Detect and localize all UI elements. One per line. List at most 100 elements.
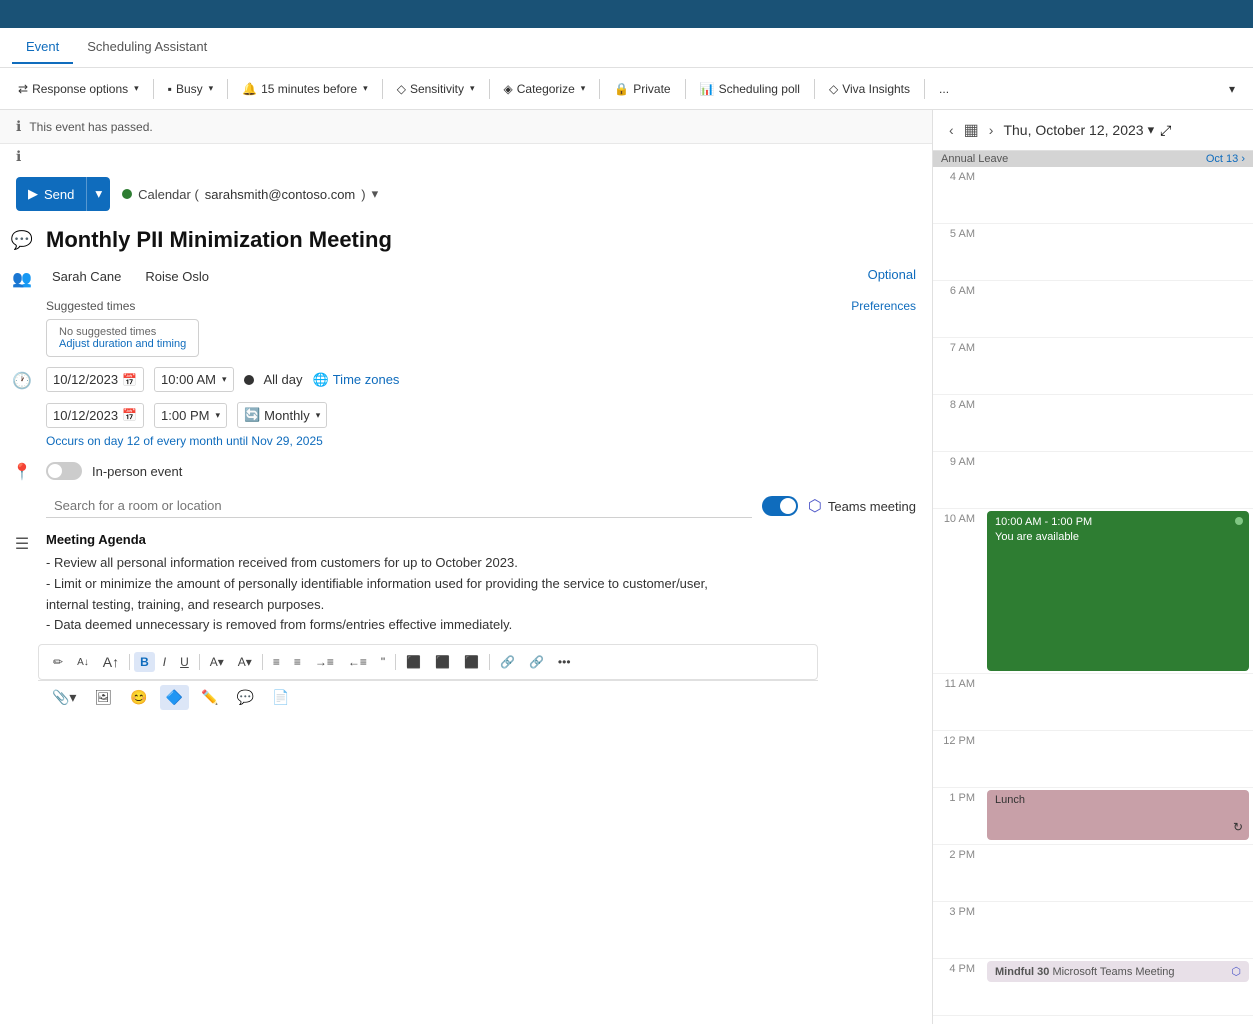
divider5 xyxy=(599,79,600,99)
format-bullets-btn[interactable]: ≡ xyxy=(267,652,286,672)
format-font-increase-btn[interactable]: A↑ xyxy=(97,651,125,673)
start-date-field[interactable]: 10/12/2023 📅 xyxy=(46,367,144,392)
time-row-7am: 7 AM xyxy=(933,338,1253,395)
in-person-toggle[interactable] xyxy=(46,462,82,480)
response-options-button[interactable]: ⇄ Response options ▾ xyxy=(10,78,147,100)
time-label-3pm: 3 PM xyxy=(933,902,983,922)
format-align-left-btn[interactable]: ⬛ xyxy=(400,652,427,672)
calendar-nav: ‹ ▦ › Thu, October 12, 2023 ▾ ⤢ xyxy=(933,110,1253,151)
lunch-event[interactable]: Lunch ↻ xyxy=(987,790,1249,840)
calendar-row: Calendar ( sarahsmith@contoso.com ) ▾ xyxy=(122,186,378,202)
optional-link[interactable]: Optional xyxy=(868,267,916,282)
slot-5am xyxy=(983,224,1253,280)
morning-event[interactable]: 10:00 AM - 1:00 PM You are available xyxy=(987,511,1249,671)
reminder-button[interactable]: 🔔 15 minutes before ▾ xyxy=(234,78,376,100)
expand-button[interactable]: ▾ xyxy=(1221,78,1243,100)
content-btn[interactable]: 📄 xyxy=(266,685,295,710)
format-clear-btn[interactable]: ✏ xyxy=(47,652,69,672)
time-label-7am: 7 AM xyxy=(933,338,983,358)
annual-leave-date-link[interactable]: Oct 13 › xyxy=(1206,153,1245,165)
cal-prev-btn[interactable]: ‹ xyxy=(945,118,958,142)
send-icon: ▶ xyxy=(28,186,38,202)
attach-file-btn[interactable]: 📎▾ xyxy=(46,685,82,710)
divider4 xyxy=(489,79,490,99)
teams-toggle[interactable] xyxy=(762,496,798,516)
format-highlight-btn[interactable]: A▾ xyxy=(204,652,230,672)
format-align-right-btn[interactable]: ⬛ xyxy=(458,652,485,672)
private-button[interactable]: 🔒 Private xyxy=(606,78,678,100)
time-label-4am: 4 AM xyxy=(933,167,983,187)
format-numbered-btn[interactable]: ≡ xyxy=(288,652,307,672)
forms-btn[interactable]: 🔷 xyxy=(160,685,189,710)
cal-date-dropdown[interactable]: Thu, October 12, 2023 ▾ xyxy=(1003,122,1154,138)
viva-insights-button[interactable]: ◇ Viva Insights xyxy=(821,78,918,100)
fmt-divider3 xyxy=(262,654,263,670)
all-day-dot xyxy=(244,375,254,385)
calendar-dropdown-icon[interactable]: ▾ xyxy=(372,186,379,202)
format-outdent-btn[interactable]: ←≡ xyxy=(342,652,373,672)
body-content: Meeting Agenda - Review all personal inf… xyxy=(46,532,916,636)
agenda-text[interactable]: - Review all personal information receiv… xyxy=(46,553,916,636)
busy-icon: ▪ xyxy=(168,82,172,96)
divider8 xyxy=(924,79,925,99)
format-align-center-btn[interactable]: ⬛ xyxy=(429,652,456,672)
slot-12pm xyxy=(983,731,1253,787)
time-row-2pm: 2 PM xyxy=(933,845,1253,902)
format-indent-btn[interactable]: →≡ xyxy=(309,652,340,672)
format-more-btn[interactable]: ••• xyxy=(552,652,577,672)
categorize-button[interactable]: ◈ Categorize ▾ xyxy=(496,78,594,100)
more-options-button[interactable]: ... xyxy=(931,78,957,100)
tab-scheduling-assistant[interactable]: Scheduling Assistant xyxy=(73,31,221,64)
slot-2pm xyxy=(983,845,1253,901)
insert-emoji-btn[interactable]: 😊 xyxy=(124,685,153,710)
mindful-event[interactable]: Mindful 30 Microsoft Teams Meeting ⬡ xyxy=(987,961,1249,982)
send-dropdown-icon[interactable]: ▾ xyxy=(87,177,110,211)
end-date-field[interactable]: 10/12/2023 📅 xyxy=(46,403,144,428)
busy-button[interactable]: ▪ Busy ▾ xyxy=(160,78,221,100)
format-underline-btn[interactable]: U xyxy=(174,652,195,672)
location-icon: 📍 xyxy=(8,460,36,482)
format-color-btn[interactable]: A▾ xyxy=(232,652,258,672)
location-search-input[interactable] xyxy=(46,494,752,518)
adjust-link[interactable]: Adjust duration and timing xyxy=(59,338,186,350)
timezone-link[interactable]: 🌐 Time zones xyxy=(313,372,400,388)
info-icon: ℹ xyxy=(16,118,21,135)
agenda-label: Meeting Agenda xyxy=(46,532,916,547)
format-quote-btn[interactable]: " xyxy=(375,652,391,672)
cal-date-label: Thu, October 12, 2023 xyxy=(1003,122,1143,138)
slot-6am xyxy=(983,281,1253,337)
info-icon2: ℹ xyxy=(16,148,21,165)
attendee-sarah[interactable]: Sarah Cane xyxy=(46,267,127,286)
cal-grid-icon: ▦ xyxy=(964,120,979,140)
cal-next-btn[interactable]: › xyxy=(985,118,998,142)
in-person-label: In-person event xyxy=(92,464,182,479)
send-button[interactable]: ▶ Send ▾ xyxy=(16,177,110,211)
end-time-field[interactable]: 1:00 PM ▾ xyxy=(154,403,227,428)
categorize-chevron-icon: ▾ xyxy=(581,83,586,94)
poll-icon: 📊 xyxy=(700,82,715,96)
insert-image-btn[interactable]: 🖼 xyxy=(88,685,118,710)
tab-event[interactable]: Event xyxy=(12,31,73,64)
sensitivity-button[interactable]: ◇ Sensitivity ▾ xyxy=(389,78,483,100)
time-row-1pm: 1 PM Lunch ↻ xyxy=(933,788,1253,845)
start-time-field[interactable]: 10:00 AM ▾ xyxy=(154,367,233,392)
format-font-decrease-btn[interactable]: A↓ xyxy=(71,654,95,671)
left-panel: ℹ This event has passed. ℹ ▶ Send ▾ Cale… xyxy=(0,110,933,1024)
annual-leave-bar: Annual Leave Oct 13 › xyxy=(933,151,1253,167)
time-label-2pm: 2 PM xyxy=(933,845,983,865)
meeting-title-input[interactable] xyxy=(46,227,916,253)
scheduling-poll-button[interactable]: 📊 Scheduling poll xyxy=(692,78,808,100)
format-link-btn[interactable]: 🔗 xyxy=(494,652,521,672)
attendee-roise[interactable]: Roise Oslo xyxy=(139,267,215,286)
format-image-link-btn[interactable]: 🔗 xyxy=(523,652,550,672)
format-bold-btn[interactable]: B xyxy=(134,652,155,672)
format-italic-btn[interactable]: I xyxy=(157,652,172,672)
loop-btn[interactable]: 💬 xyxy=(231,685,260,710)
no-suggested-text: No suggested times xyxy=(59,326,186,338)
preferences-link[interactable]: Preferences xyxy=(851,299,916,313)
recurrence-field[interactable]: 🔄 Monthly ▾ xyxy=(237,402,327,428)
draw-btn[interactable]: ✏️ xyxy=(195,685,224,710)
body-icon: ☰ xyxy=(8,532,36,554)
cal-expand-btn[interactable]: ⤢ xyxy=(1160,122,1171,139)
agenda-line-2: - Limit or minimize the amount of person… xyxy=(46,574,916,595)
